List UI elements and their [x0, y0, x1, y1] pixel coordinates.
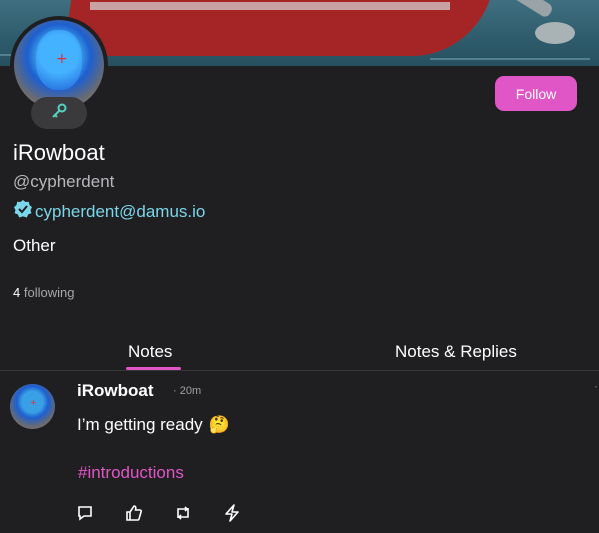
post-emoji: 🤔	[208, 415, 230, 434]
verified-check-icon	[13, 199, 33, 224]
following-number: 4	[13, 285, 21, 300]
post-actions	[76, 504, 241, 522]
tab-notes[interactable]: Notes	[128, 342, 172, 362]
repost-icon[interactable]	[174, 504, 192, 522]
tabs-divider	[0, 370, 599, 371]
follow-button[interactable]: Follow	[495, 76, 577, 111]
like-icon[interactable]	[125, 504, 143, 522]
post-text: I’m getting ready	[77, 415, 203, 434]
nip05-verification[interactable]: cypherdent@damus.io	[13, 199, 205, 224]
key-badge[interactable]	[31, 97, 87, 129]
post-content: I’m getting ready 🤔	[77, 415, 230, 435]
reply-icon[interactable]	[76, 504, 94, 522]
following-count[interactable]: 4 following	[13, 285, 74, 300]
key-icon	[50, 102, 68, 124]
post-menu-dot[interactable]: ·	[594, 380, 598, 394]
following-label: following	[23, 285, 75, 300]
zap-icon[interactable]	[223, 504, 241, 522]
profile-handle: @cypherdent	[13, 172, 115, 191]
nip05-address: cypherdent@damus.io	[35, 201, 206, 221]
profile-display-name: iRowboat	[13, 140, 105, 165]
post-author-name[interactable]: iRowboat	[77, 381, 154, 401]
post-timestamp: · 20m	[173, 385, 202, 397]
outboard-motor	[495, 0, 555, 19]
profile-about: Other	[13, 236, 56, 255]
tab-notes-and-replies[interactable]: Notes & Replies	[395, 342, 517, 362]
post-author-avatar[interactable]: +	[10, 384, 55, 429]
post-hashtag[interactable]: #introductions	[78, 463, 184, 483]
